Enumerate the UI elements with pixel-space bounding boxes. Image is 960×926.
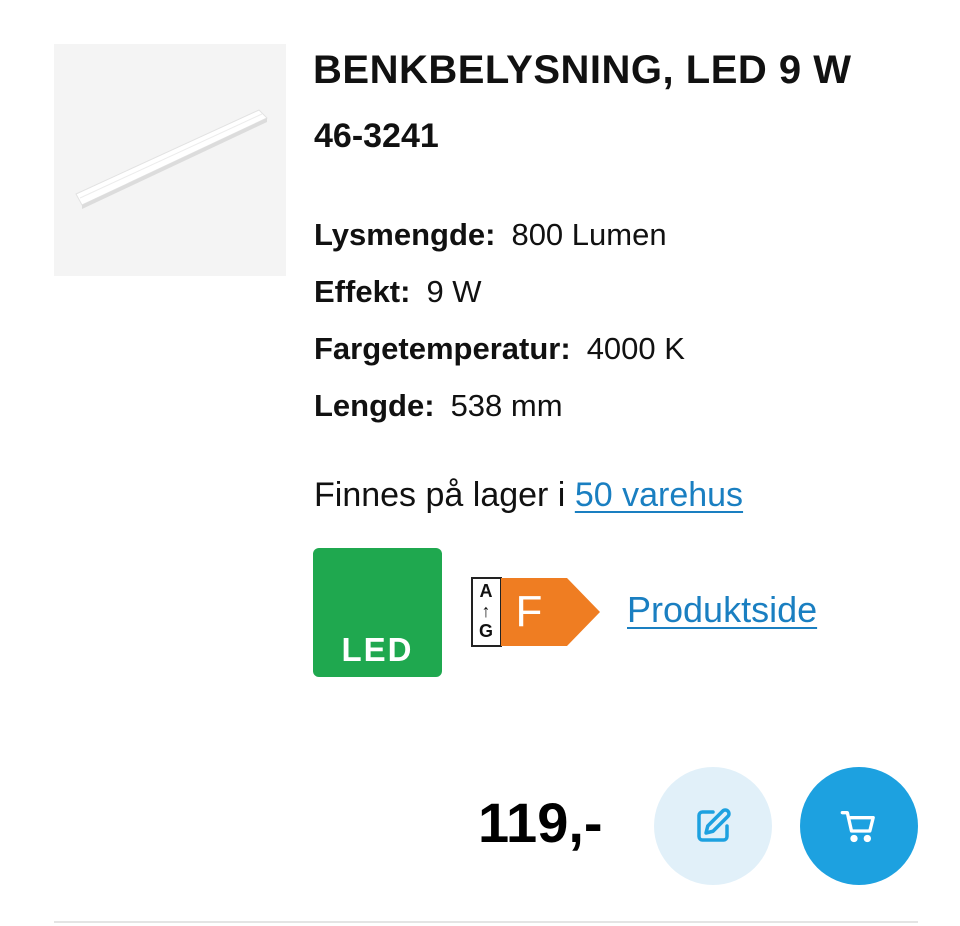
energy-class-label[interactable]: A ↑ G F: [471, 577, 601, 649]
spec-row-fargetemperatur: Fargetemperatur: 4000 K: [314, 326, 685, 383]
energy-scale-bottom: G: [478, 621, 493, 641]
price: 119,-: [478, 791, 603, 854]
spec-label: Lengde:: [314, 388, 435, 423]
spec-row-lysmengde: Lysmengde: 800 Lumen: [314, 212, 685, 269]
article-number: 46-3241: [314, 117, 439, 155]
spec-value: 800 Lumen: [511, 217, 667, 252]
store-count-link[interactable]: 50 varehus: [575, 476, 743, 514]
led-light-bar-image: [75, 109, 268, 209]
edit-icon: [697, 808, 731, 842]
spec-label: Fargetemperatur:: [314, 331, 571, 366]
spec-value: 9 W: [426, 274, 482, 309]
spec-row-lengde: Lengde: 538 mm: [314, 383, 685, 440]
energy-scale-top: A: [479, 581, 493, 601]
spec-label: Effekt:: [314, 274, 411, 309]
edit-button[interactable]: [654, 767, 772, 885]
spec-value: 538 mm: [450, 388, 563, 423]
product-title: BENKBELYSNING, LED 9 W: [313, 48, 852, 92]
shopping-cart-icon: [840, 811, 875, 843]
stock-text: Finnes på lager i: [314, 476, 566, 514]
product-image[interactable]: [54, 44, 286, 276]
energy-scale: A ↑ G: [475, 581, 497, 641]
spec-list: Lysmengde: 800 Lumen Effekt: 9 W Fargetemp…: [314, 212, 685, 440]
spec-value: 4000 K: [586, 331, 685, 366]
spec-row-effekt: Effekt: 9 W: [314, 269, 685, 326]
spec-label: Lysmengde:: [314, 217, 496, 252]
stock-availability: Finnes på lager i 50 varehus: [314, 476, 743, 515]
energy-scale-arrow-icon: ↑: [481, 601, 491, 621]
led-badge-label: LED: [341, 631, 414, 668]
product-page-link[interactable]: Produktside: [627, 589, 817, 631]
led-badge: LED: [313, 548, 442, 677]
add-to-cart-button[interactable]: [800, 767, 918, 885]
energy-class-letter: F: [515, 587, 543, 636]
divider: [54, 921, 918, 923]
